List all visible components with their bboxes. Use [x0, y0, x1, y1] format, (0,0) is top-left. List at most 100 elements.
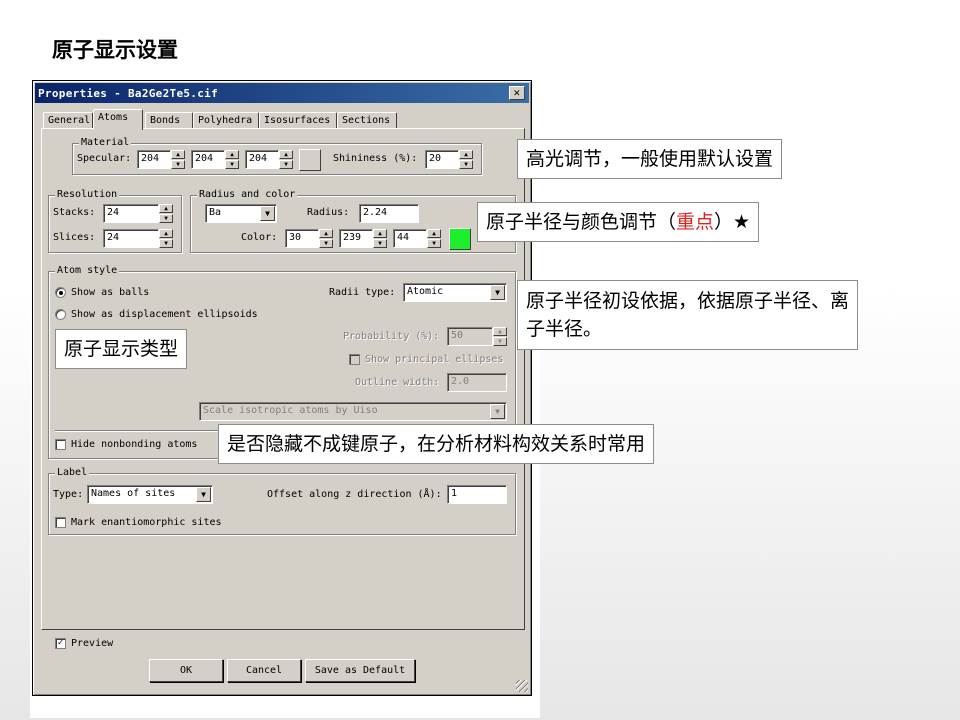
- spin-up-icon[interactable]: ▲: [279, 150, 293, 159]
- specular-b-spinner[interactable]: ▲ ▼: [279, 150, 293, 169]
- stacks-input[interactable]: 24: [103, 204, 159, 223]
- chevron-down-icon[interactable]: ▼: [260, 206, 275, 221]
- shininess-label: Shininess (%):: [333, 153, 418, 164]
- resize-grip-icon[interactable]: [516, 680, 528, 692]
- spin-down-icon[interactable]: ▼: [171, 160, 185, 169]
- callout-radius: 原子半径与颜色调节（重点）★: [477, 202, 760, 242]
- offset-input[interactable]: 1: [447, 485, 507, 504]
- spin-up-icon[interactable]: ▲: [159, 229, 173, 238]
- specular-color-button[interactable]: [299, 149, 321, 171]
- spin-up-icon[interactable]: ▲: [373, 229, 387, 238]
- spin-down-icon[interactable]: ▼: [279, 160, 293, 169]
- outline-width-input[interactable]: 2.0: [447, 373, 507, 392]
- slices-spinner[interactable]: ▲ ▼: [159, 229, 173, 248]
- cancel-button[interactable]: Cancel: [227, 659, 301, 682]
- callout-hide: 是否隐藏不成键原子，在分析材料构效关系时常用: [218, 424, 655, 464]
- ok-button[interactable]: OK: [149, 659, 223, 682]
- spin-down-icon[interactable]: ▼: [159, 214, 173, 223]
- principal-ellipses-checkbox[interactable]: [349, 354, 360, 365]
- color-r-spinner[interactable]: ▲ ▼: [319, 229, 333, 248]
- specular-b-input[interactable]: 204: [245, 150, 279, 169]
- tab-general[interactable]: General: [43, 112, 93, 129]
- scale-value: Scale isotropic atoms by Uiso: [203, 405, 378, 416]
- spin-up-icon[interactable]: ▲: [319, 229, 333, 238]
- radii-type-label: Radii type:: [329, 287, 396, 298]
- shininess-spinner[interactable]: ▲ ▼: [459, 150, 473, 169]
- spin-up-icon[interactable]: ▲: [493, 327, 507, 336]
- label-group: Label Type: Names of sites ▼ Offset alon…: [48, 467, 516, 535]
- save-default-button[interactable]: Save as Default: [305, 659, 415, 682]
- radius-label: Radius:: [307, 207, 350, 218]
- tab-polyhedra[interactable]: Polyhedra: [193, 112, 259, 129]
- scale-dropdown[interactable]: Scale isotropic atoms by Uiso ▼: [199, 402, 507, 421]
- spin-down-icon[interactable]: ▼: [459, 160, 473, 169]
- label-type-value: Names of sites: [91, 488, 176, 499]
- hide-nonbonding-checkbox[interactable]: [55, 439, 66, 450]
- label-group-label: Label: [55, 467, 90, 478]
- mark-enantiomorphic-checkbox[interactable]: [55, 517, 66, 528]
- mark-enantiomorphic-label[interactable]: Mark enantiomorphic sites: [71, 517, 222, 528]
- tab-sections[interactable]: Sections: [337, 112, 397, 129]
- color-b-spinner[interactable]: ▲ ▼: [427, 229, 441, 248]
- color-g-spinner[interactable]: ▲ ▼: [373, 229, 387, 248]
- specular-r-input[interactable]: 204: [137, 150, 171, 169]
- stacks-spinner[interactable]: ▲ ▼: [159, 204, 173, 223]
- specular-r-spinner[interactable]: ▲ ▼: [171, 150, 185, 169]
- chevron-down-icon[interactable]: ▼: [490, 404, 505, 419]
- color-g-input[interactable]: 239: [339, 229, 373, 248]
- specular-g-input[interactable]: 204: [191, 150, 225, 169]
- label-type-dropdown[interactable]: Names of sites ▼: [87, 485, 213, 504]
- spin-up-icon[interactable]: ▲: [427, 229, 441, 238]
- preview-label[interactable]: Preview: [71, 638, 113, 649]
- hide-nonbonding-label[interactable]: Hide nonbonding atoms: [71, 439, 197, 450]
- color-label: Color:: [241, 232, 278, 243]
- callout-radii-type-line2: 子半径。: [526, 318, 603, 340]
- spin-down-icon[interactable]: ▼: [319, 239, 333, 248]
- tab-atoms[interactable]: Atoms: [93, 109, 143, 130]
- color-r-input[interactable]: 30: [285, 229, 319, 248]
- spin-up-icon[interactable]: ▲: [171, 150, 185, 159]
- spin-up-icon[interactable]: ▲: [225, 150, 239, 159]
- chevron-down-icon[interactable]: ▼: [490, 285, 505, 300]
- radius-color-group-label: Radius and color: [197, 189, 298, 200]
- tab-bonds[interactable]: Bonds: [145, 112, 193, 129]
- chevron-down-icon[interactable]: ▼: [196, 487, 211, 502]
- resolution-group: Resolution Stacks: 24 ▲ ▼ Slices: 24 ▲ ▼: [48, 189, 182, 253]
- outline-width-label: Outline width:: [355, 377, 440, 388]
- callout-radii-type-line1: 原子半径初设依据，依据原子半径、离: [526, 290, 850, 312]
- close-button[interactable]: ✕: [509, 86, 525, 100]
- color-b-input[interactable]: 44: [393, 229, 427, 248]
- probability-label: Probability (%):: [343, 331, 440, 342]
- properties-dialog: Properties - Ba2Ge2Te5.cif ✕ General Ato…: [32, 80, 532, 696]
- show-ellipsoids-radio[interactable]: [55, 309, 66, 320]
- slices-input[interactable]: 24: [103, 229, 159, 248]
- spin-down-icon[interactable]: ▼: [427, 239, 441, 248]
- spin-up-icon[interactable]: ▲: [159, 204, 173, 213]
- show-balls-radio[interactable]: [55, 287, 66, 298]
- slide-title: 原子显示设置: [52, 38, 178, 62]
- spin-down-icon[interactable]: ▼: [373, 239, 387, 248]
- radius-input[interactable]: 2.24: [359, 204, 419, 223]
- resolution-group-label: Resolution: [55, 189, 120, 200]
- tab-isosurfaces[interactable]: Isosurfaces: [259, 112, 337, 129]
- probability-input[interactable]: 50: [447, 327, 493, 346]
- spin-down-icon[interactable]: ▼: [159, 239, 173, 248]
- atom-color-button[interactable]: [449, 228, 471, 250]
- specular-g-spinner[interactable]: ▲ ▼: [225, 150, 239, 169]
- atom-style-group-label: Atom style: [55, 265, 120, 276]
- spin-up-icon[interactable]: ▲: [459, 150, 473, 159]
- radii-type-dropdown[interactable]: Atomic ▼: [403, 283, 507, 302]
- offset-label: Offset along z direction (Å):: [267, 489, 442, 500]
- show-balls-label[interactable]: Show as balls: [71, 287, 149, 298]
- spin-down-icon[interactable]: ▼: [493, 337, 507, 346]
- element-dropdown[interactable]: Ba ▼: [205, 204, 277, 223]
- atoms-panel: Material Specular: 204 ▲ ▼ 204 ▲ ▼ 204 ▲ ▼ …: [41, 128, 525, 630]
- slices-label: Slices:: [53, 232, 96, 243]
- callout-radius-prefix: 原子半径与颜色调节（: [486, 211, 677, 233]
- shininess-input[interactable]: 20: [425, 150, 459, 169]
- window-titlebar[interactable]: Properties - Ba2Ge2Te5.cif ✕: [35, 83, 529, 103]
- spin-down-icon[interactable]: ▼: [225, 160, 239, 169]
- probability-spinner[interactable]: ▲ ▼: [493, 327, 507, 346]
- preview-checkbox[interactable]: ✓: [55, 638, 66, 649]
- show-ellipsoids-label[interactable]: Show as displacement ellipsoids: [71, 309, 258, 320]
